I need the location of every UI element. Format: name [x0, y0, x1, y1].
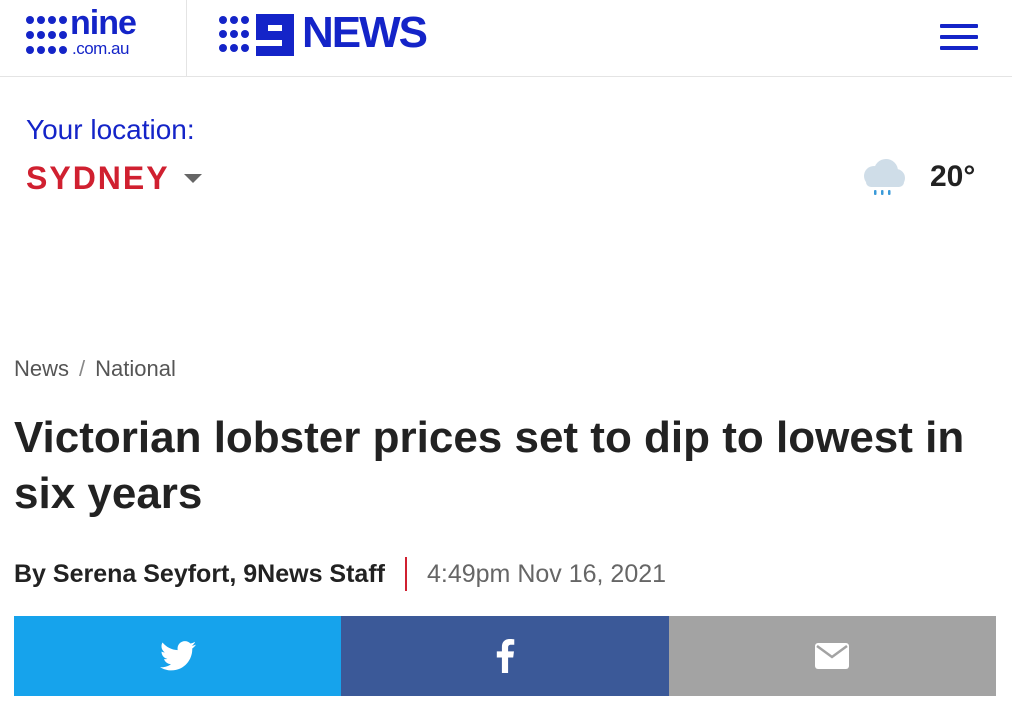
temperature: 20°: [930, 160, 976, 193]
site-header: nine .com.au NEWS: [0, 0, 1012, 77]
byline: By Serena Seyfort, 9News Staff 4:49pm No…: [14, 556, 666, 592]
twitter-bird-icon: [159, 641, 196, 671]
breadcrumb-national[interactable]: National: [95, 356, 176, 381]
header-divider: [186, 0, 187, 76]
nine-logo[interactable]: nine .com.au: [24, 4, 164, 58]
hamburger-menu-icon[interactable]: [938, 22, 980, 52]
location-dropdown[interactable]: SYDNEY: [26, 158, 202, 198]
location-label: Your location:: [26, 114, 195, 145]
9news-dots-icon: [219, 14, 294, 56]
nine-dots-icon: [26, 16, 67, 54]
article-headline: Victorian lobster prices set to dip to l…: [14, 413, 965, 518]
share-facebook-button[interactable]: [341, 616, 669, 696]
rain-cloud-icon: [864, 159, 905, 195]
9news-logo[interactable]: NEWS: [218, 8, 478, 58]
article-date: 4:49pm Nov 16, 2021: [426, 559, 667, 588]
nine-logo-domain: .com.au: [72, 39, 129, 58]
share-bar: [14, 616, 996, 696]
envelope-icon: [815, 643, 850, 669]
share-twitter-button[interactable]: [14, 616, 342, 696]
location-city: SYDNEY: [26, 159, 170, 196]
byline-divider: [404, 557, 407, 591]
breadcrumb-news[interactable]: News: [14, 356, 69, 381]
nine-logo-word: nine: [70, 4, 137, 42]
breadcrumb-separator: /: [79, 356, 86, 381]
breadcrumb: News / National: [14, 356, 176, 382]
article-author: By Serena Seyfort, 9News Staff: [14, 559, 385, 588]
share-email-button[interactable]: [668, 616, 996, 696]
caret-down-icon: [183, 173, 202, 183]
9news-logo-word: NEWS: [302, 8, 428, 57]
facebook-f-icon: [496, 639, 515, 673]
